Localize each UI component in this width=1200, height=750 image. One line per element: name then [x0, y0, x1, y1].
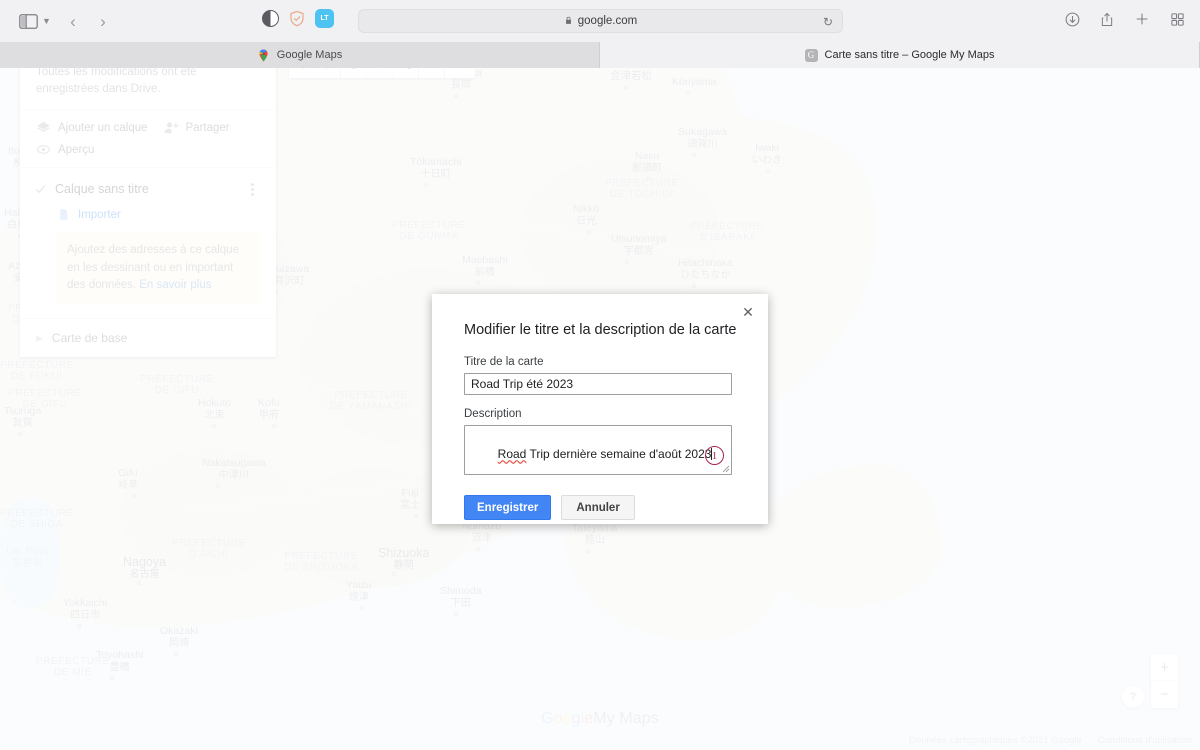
tab-google-maps[interactable]: Google Maps [0, 42, 600, 68]
back-arrow-icon[interactable]: ‹ [59, 8, 87, 34]
downloads-icon[interactable] [1061, 8, 1083, 30]
tab-label: Google Maps [276, 49, 343, 61]
misspelled-word: Road [497, 447, 527, 462]
reader-mode-icon[interactable] [262, 10, 279, 27]
reload-icon[interactable]: ↻ [823, 15, 833, 29]
tab-label: Carte sans titre – Google My Maps [824, 49, 995, 61]
browser-toolbar: ▼ ‹ › LT google.com ↻ [0, 0, 1200, 42]
map-title-field-label: Titre de la carte [464, 356, 544, 368]
tab-overview-icon[interactable] [1166, 8, 1188, 30]
description-field-wrap: Road Trip dernière semaine d'août 2023 1 [464, 425, 732, 475]
address-bar[interactable]: google.com ↻ [358, 9, 843, 33]
shield-privacy-icon[interactable] [288, 9, 306, 28]
annotation-badge-1: 1 [705, 446, 724, 465]
map-title-input[interactable] [464, 373, 732, 395]
forward-arrow-icon[interactable]: › [89, 8, 117, 34]
new-tab-icon[interactable] [1131, 8, 1153, 30]
chevron-down-icon[interactable]: ▼ [42, 16, 51, 26]
google-maps-pin-icon [257, 49, 270, 62]
sidebar-toggle-icon[interactable] [14, 8, 42, 34]
description-rest-text: Trip dernière semaine d'août 2023 [526, 447, 712, 462]
description-field-label: Description [464, 408, 522, 420]
tab-strip: Google Maps G Carte sans titre – Google … [0, 42, 1200, 68]
close-icon[interactable]: ✕ [740, 304, 756, 320]
extension-icon[interactable]: LT [315, 9, 334, 28]
browser-chrome: ▼ ‹ › LT google.com ↻ Google Maps G Cart… [0, 0, 1200, 68]
screenshot-root: WajimaSuzu珠洲Nagaoka長岡会津若松KōriyamaSukagaw… [0, 0, 1200, 750]
dialog-title: Modifier le titre et la description de l… [464, 322, 737, 338]
share-icon[interactable] [1096, 8, 1118, 30]
edit-title-description-dialog: ✕ Modifier le titre et la description de… [432, 294, 768, 524]
url-text: google.com [577, 15, 638, 27]
tab-google-my-maps[interactable]: G Carte sans titre – Google My Maps [600, 42, 1200, 68]
description-textarea[interactable]: Road Trip dernière semaine d'août 2023 [464, 425, 732, 475]
lock-icon [564, 15, 573, 28]
google-g-icon: G [804, 48, 818, 62]
save-button[interactable]: Enregistrer [464, 495, 552, 520]
dialog-buttons: Enregistrer Annuler [464, 495, 768, 520]
cancel-button[interactable]: Annuler [561, 495, 635, 520]
